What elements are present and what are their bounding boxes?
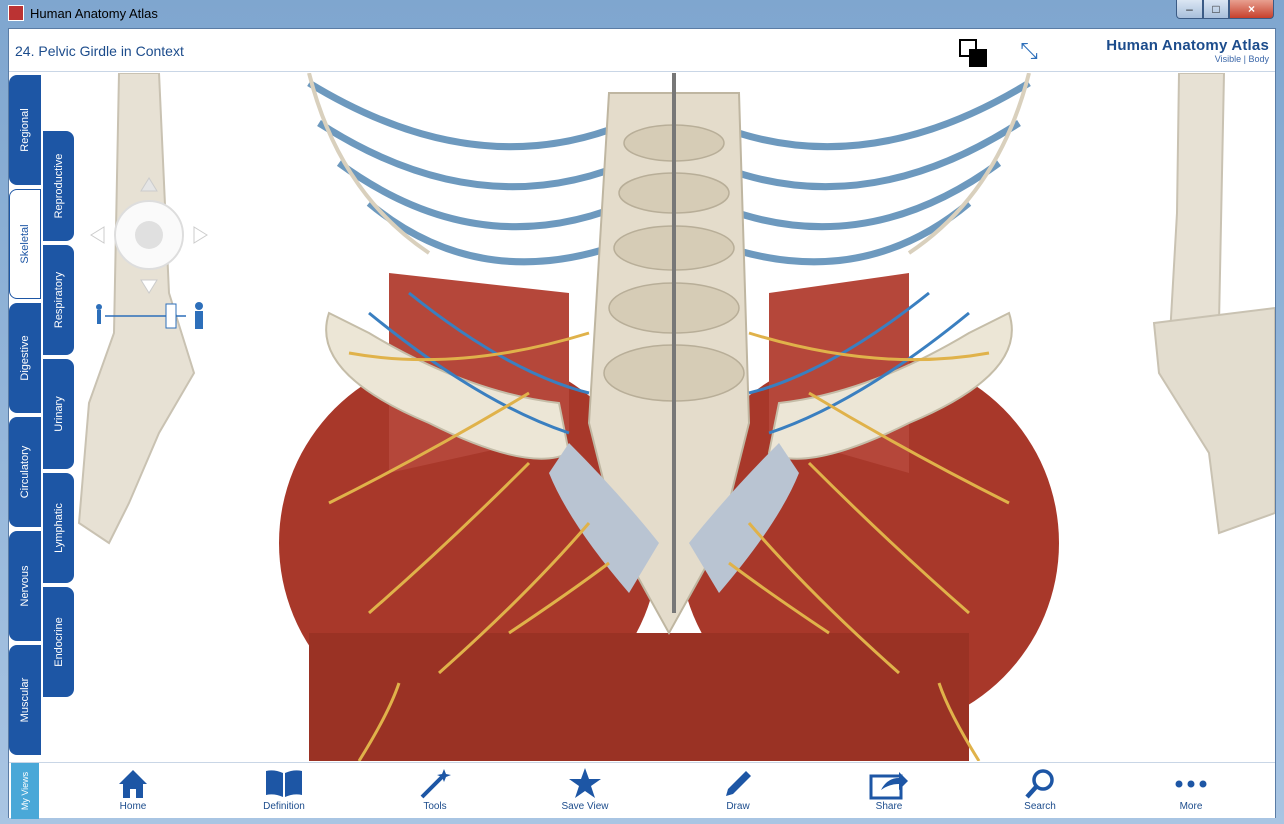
- tab-label: Circulatory: [19, 445, 31, 499]
- brand-logo: Human Anatomy Atlas Visible | Body: [1106, 37, 1269, 64]
- more-button[interactable]: More: [1151, 767, 1231, 815]
- star-icon: [569, 768, 601, 798]
- more-icon: [1175, 780, 1207, 788]
- pan-right-arrow[interactable]: [193, 226, 208, 244]
- my-views-label: My Views: [20, 771, 30, 811]
- layer-front-square: [969, 49, 987, 67]
- fullscreen-icon[interactable]: ⤡: [1015, 37, 1043, 65]
- app-client: 24. Pelvic Girdle in Context ⤡ Human Ana…: [8, 28, 1276, 819]
- save-view-button[interactable]: Save View: [545, 767, 625, 815]
- header: 24. Pelvic Girdle in Context ⤡ Human Ana…: [9, 29, 1275, 72]
- book-icon: [266, 770, 302, 797]
- tab-label: Nervous: [19, 565, 31, 607]
- 3d-viewer[interactable]: Regional Skeletal Digestive Circulatory …: [9, 73, 1275, 761]
- brand-name: Human Anatomy Atlas: [1106, 37, 1269, 54]
- tab-label: Endocrine: [52, 617, 65, 667]
- my-views-tab[interactable]: My Views: [11, 763, 39, 819]
- tab-label: Skeletal: [19, 224, 31, 264]
- zoom-thumb[interactable]: [165, 303, 177, 329]
- tab-urinary[interactable]: Urinary: [43, 359, 74, 469]
- tab-respiratory[interactable]: Respiratory: [43, 245, 74, 355]
- tab-label: Muscular: [19, 677, 31, 723]
- pencil-icon: [726, 771, 751, 796]
- rotate-navigation-pad[interactable]: [89, 173, 209, 303]
- tab-reproductive[interactable]: Reproductive: [43, 131, 74, 241]
- home-icon: [119, 770, 147, 798]
- layers-toggle-button[interactable]: [959, 39, 989, 67]
- search-icon: [1025, 769, 1054, 799]
- tab-skeletal[interactable]: Skeletal: [9, 189, 41, 299]
- definition-button[interactable]: Definition: [244, 767, 324, 815]
- maximize-button[interactable]: □: [1203, 0, 1229, 19]
- share-label: Share: [875, 801, 903, 812]
- save-view-label: Save View: [561, 801, 609, 812]
- tab-endocrine[interactable]: Endocrine: [43, 587, 74, 697]
- share-button[interactable]: Share: [849, 767, 929, 815]
- large-figure-icon: [195, 302, 203, 310]
- small-figure-body: [97, 310, 101, 324]
- app-window: Human Anatomy Atlas – □ × 24. Pelvic Gir…: [0, 0, 1284, 824]
- tab-digestive[interactable]: Digestive: [9, 303, 41, 413]
- tab-label: Respiratory: [52, 271, 65, 329]
- window-title: Human Anatomy Atlas: [30, 6, 158, 21]
- rotate-ball-center: [135, 221, 163, 249]
- pan-up-arrow[interactable]: [140, 177, 158, 192]
- close-button[interactable]: ×: [1229, 0, 1274, 19]
- home-label: Home: [119, 801, 147, 812]
- pan-left-arrow[interactable]: [90, 226, 105, 244]
- share-icon: [869, 772, 908, 800]
- large-figure-body: [195, 311, 203, 329]
- zoom-slider[interactable]: [91, 301, 211, 331]
- title-bar[interactable]: Human Anatomy Atlas – □ ×: [0, 0, 1284, 28]
- tab-nervous[interactable]: Nervous: [9, 531, 41, 641]
- search-label: Search: [1024, 801, 1056, 812]
- minimize-button[interactable]: –: [1176, 0, 1203, 19]
- draw-button[interactable]: Draw: [698, 767, 778, 815]
- more-label: More: [1179, 801, 1203, 812]
- tab-muscular[interactable]: Muscular: [9, 645, 41, 755]
- toolbar: My Views Home Definition Tools Save View…: [9, 762, 1275, 819]
- tab-label: Lymphatic: [52, 503, 65, 553]
- page-title: 24. Pelvic Girdle in Context: [15, 43, 184, 59]
- brand-subtitle: Visible | Body: [1214, 54, 1269, 64]
- draw-label: Draw: [726, 801, 750, 812]
- tab-label: Reproductive: [52, 153, 65, 219]
- tools-label: Tools: [423, 801, 447, 812]
- tab-circulatory[interactable]: Circulatory: [9, 417, 41, 527]
- app-icon: [8, 5, 24, 21]
- tab-label: Digestive: [19, 335, 31, 381]
- tab-lymphatic[interactable]: Lymphatic: [43, 473, 74, 583]
- pan-down-arrow[interactable]: [140, 279, 158, 294]
- tab-label: Urinary: [52, 396, 65, 432]
- definition-label: Definition: [263, 801, 305, 812]
- small-figure-icon: [96, 304, 102, 310]
- wand-icon: [420, 769, 451, 799]
- tab-label: Regional: [19, 108, 31, 152]
- home-button[interactable]: Home: [93, 767, 173, 815]
- search-button[interactable]: Search: [1000, 767, 1080, 815]
- tab-regional[interactable]: Regional: [9, 75, 41, 185]
- tools-button[interactable]: Tools: [395, 767, 475, 815]
